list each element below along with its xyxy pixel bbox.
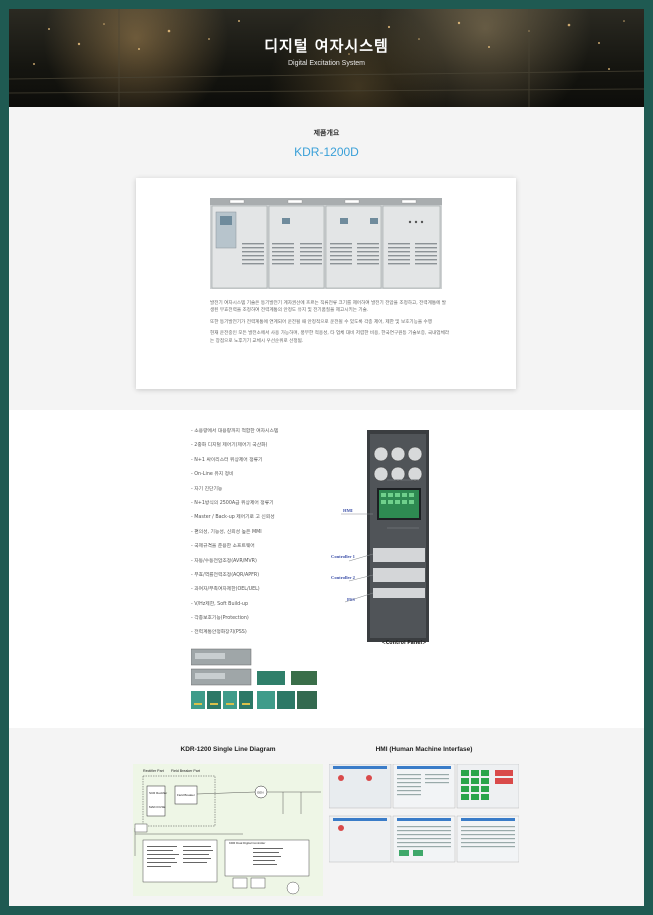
feature-list: - 소용량에서 대용량까지 적합한 여자시스템 - 2중화 디지털 제어기(제어… bbox=[191, 428, 341, 644]
model-name: KDR-1200D bbox=[294, 145, 359, 159]
features-section: - 소용량에서 대용량까지 적합한 여자시스템 - 2중화 디지털 제어기(제어… bbox=[9, 410, 644, 728]
overview-card: 발전기 여자시스템 기술은 동기발전기 계자권선에 흐르는 직류전류 크기를 제… bbox=[136, 178, 516, 389]
feature-item: - N+1 싸이리스터 위상제어 정류기 bbox=[191, 457, 263, 463]
feature-item: - N+1방식의 2500A급 위상제어 정류기 bbox=[191, 500, 274, 506]
panel-caption: <Control Panel> bbox=[381, 641, 427, 646]
feature-item: - 편의성, 기능성, 신뢰성 높은 MMI bbox=[191, 529, 262, 535]
page-title: 디지털 여자시스템 bbox=[264, 37, 389, 55]
feature-item: - 소용량에서 대용량까지 적합한 여자시스템 bbox=[191, 429, 279, 434]
feature-item: - 2중화 디지털 제어기(제어기 국산화) bbox=[191, 443, 268, 449]
feature-item: - 자동/수동전압조정(AVR/MVR) bbox=[191, 558, 257, 564]
description-paragraph: 또한 동기발전기가 전력계통에 연계되어 운전될 때 안정적으로 운전될 수 있… bbox=[210, 319, 433, 325]
page-subtitle: Digital Excitation System bbox=[287, 60, 366, 67]
cabinet-photo bbox=[210, 198, 442, 289]
diagram-label: MAIN FUSE bbox=[149, 805, 165, 809]
diagram-label: Field Breaker Part bbox=[171, 769, 200, 773]
page-frame: 디지털 여자시스템 Digital Excitation System 제품개요… bbox=[9, 9, 644, 906]
panel-label-controller1: Controller 1 bbox=[331, 554, 355, 559]
feature-item: - On-Line 유지 정비 bbox=[191, 472, 234, 478]
single-line-diagram-title: KDR-1200 Single Line Diagram bbox=[180, 746, 276, 753]
feature-item: - 무효/역률전력조정(AQR/APFR) bbox=[191, 572, 260, 578]
section-label: 제품개요 bbox=[313, 129, 340, 137]
diagram-label: KDR Dual Digital Controller bbox=[229, 841, 265, 845]
diagram-label: Field Breaker bbox=[177, 793, 195, 797]
panel-label-pss: PSS bbox=[347, 597, 355, 602]
panel-label-hmi: HMI bbox=[343, 508, 353, 513]
feature-item: - 자기 진단기능 bbox=[191, 486, 223, 492]
description-paragraph: 발전기 여자시스템 기술은 동기발전기 계자권선에 흐르는 직류전류 크기를 제… bbox=[210, 301, 446, 314]
feature-item: - V/Hz제한, Soft Build-up bbox=[191, 601, 249, 607]
overview-section: 제품개요 KDR-1200D 발전기 여자시스템 기술은 동기발전기 계자권선에… bbox=[9, 107, 644, 410]
hero-banner: 디지털 여자시스템 Digital Excitation System bbox=[9, 9, 644, 107]
control-panel-photo bbox=[341, 430, 429, 642]
hmi-title: HMI (Human Machine Interfase) bbox=[375, 746, 473, 753]
overview-description: 발전기 여자시스템 기술은 동기발전기 계자권선에 흐르는 직류전류 크기를 제… bbox=[210, 300, 450, 349]
diagram-label: GEN bbox=[257, 791, 264, 795]
feature-item: - Master / Back-up 제어기로 고 신뢰성 bbox=[191, 515, 275, 521]
controller-modules-photo bbox=[191, 648, 317, 709]
feature-item: - 과여자/부족여자제한(OEL/UEL) bbox=[191, 587, 260, 593]
single-line-diagram: Rectifier Part Field Breaker Part SCR Re… bbox=[133, 764, 323, 896]
diagram-label: Rectifier Part bbox=[143, 769, 164, 773]
hero-background-image bbox=[9, 9, 644, 107]
description-paragraph: 현재 운전중인 모든 발전소에서 사용 가능하며, 풍부한 적용성, 타 업체 … bbox=[210, 331, 450, 344]
diagram-label: SCR Rectifier bbox=[149, 791, 167, 795]
feature-item: - 국제규격을 준용한 소프트웨어 bbox=[191, 544, 255, 550]
feature-item: - 전력계통안정화장치(PSS) bbox=[191, 630, 247, 636]
feature-item: - 각종보호기능(Protection) bbox=[191, 616, 249, 622]
panel-label-controller2: Controller 2 bbox=[331, 575, 355, 580]
diagrams-section: KDR-1200 Single Line Diagram HMI (Human … bbox=[9, 728, 644, 906]
hmi-screens bbox=[329, 764, 519, 863]
